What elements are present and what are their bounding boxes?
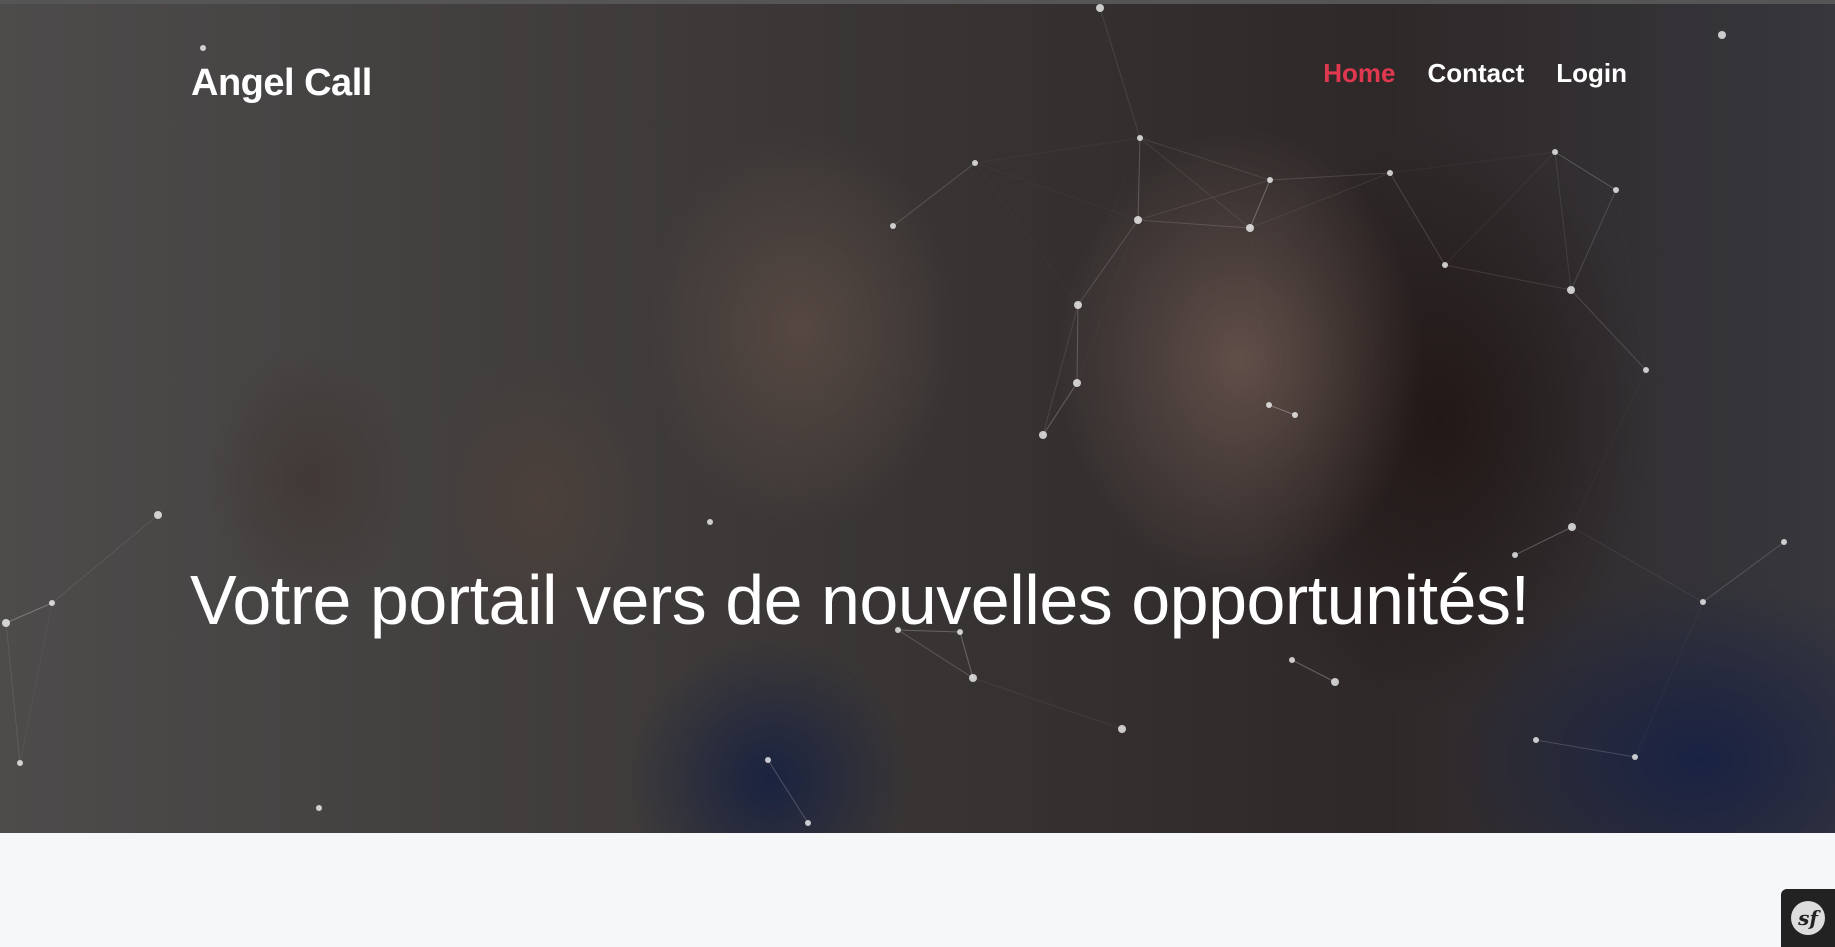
- network-line: [1702, 541, 1785, 603]
- network-node: [1387, 170, 1393, 176]
- network-node: [1289, 657, 1295, 663]
- network-node: [200, 45, 206, 51]
- network-line: [1389, 151, 1556, 174]
- network-line: [1291, 659, 1336, 683]
- network-line: [1268, 404, 1296, 416]
- network-line: [1616, 35, 1722, 190]
- network-line: [1572, 370, 1646, 527]
- network-line: [972, 677, 1123, 730]
- network-node: [1073, 379, 1081, 387]
- network-node: [1442, 262, 1448, 268]
- network-node: [17, 760, 23, 766]
- network-line: [1389, 172, 1446, 266]
- network-node: [1118, 725, 1126, 733]
- network-node: [1632, 754, 1638, 760]
- network-node: [1512, 552, 1518, 558]
- brand-logo[interactable]: Angel Call: [191, 62, 372, 105]
- network-node: [1613, 187, 1619, 193]
- network-node: [1266, 402, 1272, 408]
- hero-headline: Votre portail vers de nouvelles opportun…: [190, 561, 1530, 639]
- network-line: [1078, 228, 1250, 305]
- symfony-debug-toolbar-toggle[interactable]: sf: [1781, 889, 1835, 947]
- network-line: [974, 137, 1141, 164]
- network-line: [1099, 7, 1141, 139]
- network-line: [1078, 138, 1140, 305]
- network-node: [1331, 678, 1339, 686]
- network-line: [5, 602, 53, 624]
- network-node: [707, 519, 713, 525]
- network-line: [1139, 137, 1271, 181]
- network-node: [805, 820, 811, 826]
- hero-section: Angel Call Home Contact Login Votre port…: [0, 0, 1835, 833]
- network-line: [1635, 602, 1703, 757]
- network-line: [892, 162, 976, 227]
- network-line: [1077, 219, 1139, 306]
- network-node: [1700, 599, 1706, 605]
- network-line: [1269, 172, 1391, 181]
- network-line: [1076, 304, 1079, 384]
- network-node: [316, 805, 322, 811]
- network-line: [1535, 739, 1636, 758]
- network-line: [1445, 190, 1616, 265]
- network-line: [1571, 526, 1704, 603]
- network-line: [768, 630, 898, 760]
- network-line: [960, 632, 1122, 729]
- network-line: [5, 622, 21, 764]
- particle-network-animation: [2, 4, 1787, 826]
- network-line: [1570, 189, 1617, 291]
- network-node: [49, 600, 55, 606]
- network-line: [1042, 304, 1079, 436]
- network-node: [1096, 4, 1104, 12]
- network-node: [1552, 149, 1558, 155]
- network-node: [154, 511, 162, 519]
- network-node: [1039, 431, 1047, 439]
- network-node: [1568, 523, 1576, 531]
- network-line: [1554, 151, 1617, 191]
- network-line: [6, 515, 158, 623]
- network-node: [969, 674, 977, 682]
- network-node: [1643, 367, 1649, 373]
- network-node: [1267, 177, 1273, 183]
- network-line: [1444, 264, 1572, 291]
- network-node: [972, 160, 978, 166]
- network-line: [1042, 382, 1078, 436]
- network-node: [1134, 216, 1142, 224]
- network-node: [1246, 224, 1254, 232]
- network-line: [1444, 151, 1556, 266]
- network-line: [1250, 228, 1269, 405]
- nav-link-home[interactable]: Home: [1323, 58, 1395, 89]
- symfony-logo-icon: sf: [1791, 901, 1825, 935]
- network-line: [1137, 179, 1271, 221]
- network-line: [975, 163, 1138, 220]
- network-line: [1514, 526, 1573, 556]
- network-node: [1567, 286, 1575, 294]
- network-line: [19, 602, 53, 764]
- network-node: [2, 619, 10, 627]
- network-line: [1554, 151, 1572, 291]
- network-node: [1074, 301, 1082, 309]
- network-node: [1718, 31, 1726, 39]
- main-navigation: Home Contact Login: [1323, 58, 1627, 89]
- network-line: [975, 163, 1078, 305]
- network-node: [1781, 539, 1787, 545]
- network-node: [1533, 737, 1539, 743]
- nav-link-contact[interactable]: Contact: [1427, 58, 1524, 89]
- network-node: [765, 757, 771, 763]
- network-line: [51, 514, 159, 604]
- network-line: [1122, 660, 1292, 729]
- network-line: [1137, 137, 1141, 221]
- network-node: [1137, 135, 1143, 141]
- network-node: [890, 223, 896, 229]
- network-line: [1137, 219, 1251, 229]
- browser-top-border: [0, 0, 1835, 4]
- network-line: [767, 759, 809, 824]
- nav-link-login[interactable]: Login: [1556, 58, 1627, 89]
- network-node: [1292, 412, 1298, 418]
